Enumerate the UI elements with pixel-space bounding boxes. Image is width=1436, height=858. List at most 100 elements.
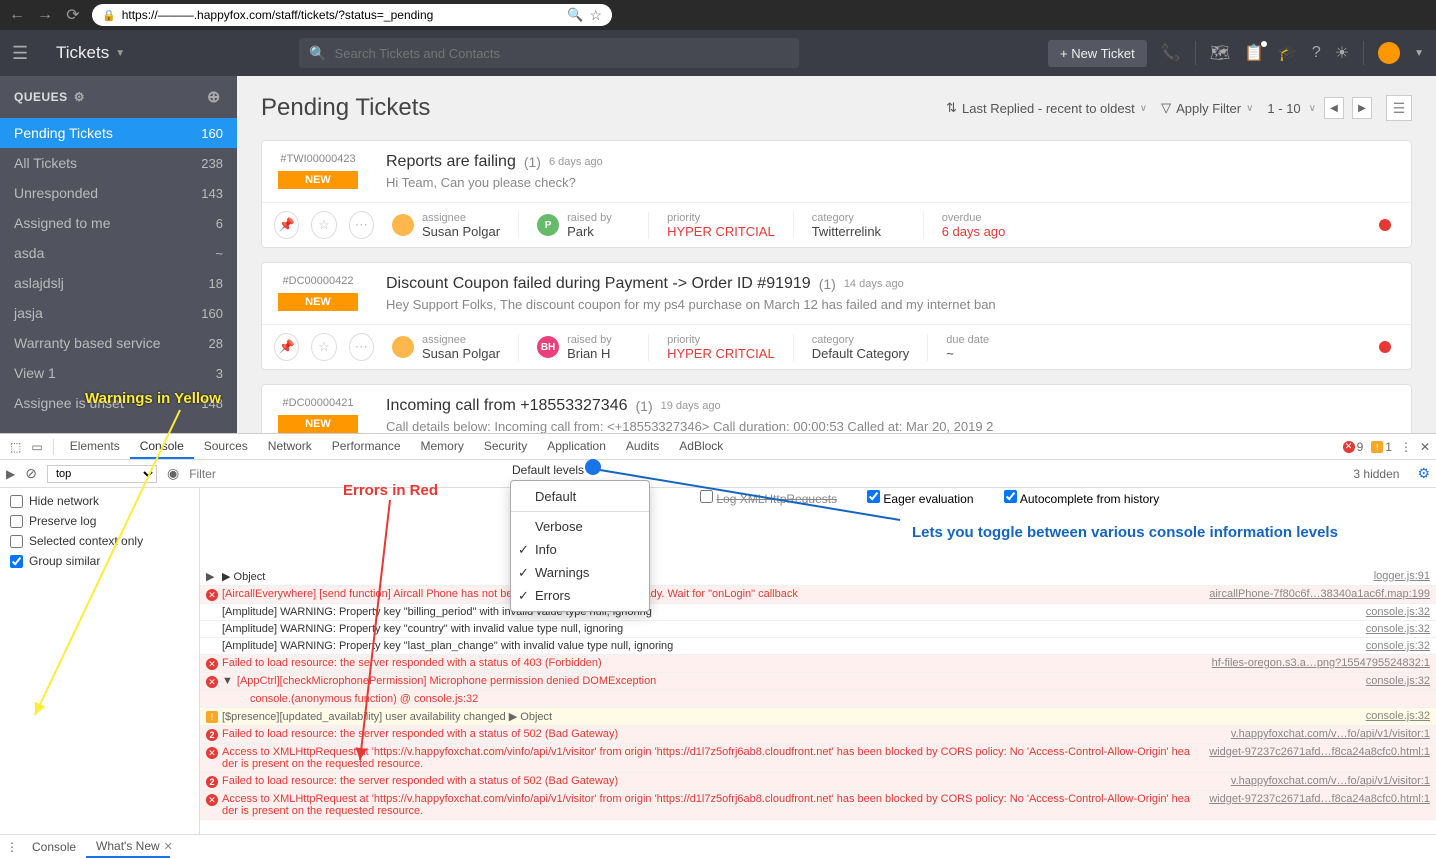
search-input[interactable] [335, 46, 790, 61]
context-select[interactable]: top [47, 465, 157, 483]
assignee-value[interactable]: Susan Polgar [422, 224, 500, 239]
drawer-tab[interactable]: Console [22, 837, 86, 857]
devtools-tab-performance[interactable]: Performance [322, 435, 411, 459]
back-button[interactable]: ← [8, 6, 26, 24]
checkbox[interactable] [10, 515, 23, 528]
star-icon[interactable]: ☆ [311, 333, 336, 361]
chevron-down-icon[interactable]: ∨ [1309, 103, 1316, 114]
sidebar-queue-item[interactable]: Pending Tickets160 [0, 118, 237, 148]
console-log-line[interactable]: ✕Access to XMLHttpRequest at 'https://v.… [200, 791, 1436, 820]
filter-control[interactable]: ▽ Apply Filter ∨ [1161, 100, 1253, 116]
console-option[interactable]: Selected context only [10, 534, 189, 548]
console-log-line[interactable]: [Amplitude] WARNING: Property key "billi… [200, 604, 1436, 621]
search-in-url-icon[interactable]: 🔍 [567, 7, 583, 23]
console-option[interactable]: Group similar [10, 554, 189, 568]
checkbox[interactable] [10, 495, 23, 508]
close-icon[interactable]: ✕ [164, 840, 173, 853]
devtools-menu-icon[interactable]: ⋮ [1400, 440, 1412, 454]
pager-prev[interactable]: ◀ [1324, 97, 1344, 119]
sort-control[interactable]: ⇅ Last Replied - recent to oldest ∨ [946, 100, 1147, 116]
expand-icon[interactable]: ▶ [206, 570, 218, 583]
console-log-line[interactable]: [Amplitude] WARNING: Property key "last_… [200, 638, 1436, 655]
error-indicator[interactable]: ✕9 [1343, 440, 1364, 454]
chevron-down-icon[interactable]: ▼ [1414, 48, 1424, 59]
devtools-tab-security[interactable]: Security [474, 435, 537, 459]
category-value[interactable]: Twitterrelink [812, 224, 905, 239]
console-log-line[interactable]: ✕[AircallEverywhere] [send function] Air… [200, 586, 1436, 604]
view-toggle[interactable]: ☰ [1386, 95, 1412, 121]
console-log-line[interactable]: console.(anonymous function) @ console.j… [200, 691, 1436, 708]
levels-menu-item[interactable]: Info [511, 538, 649, 561]
gear-icon[interactable]: ⚙ [74, 90, 85, 104]
url-input[interactable] [122, 8, 562, 22]
graduation-icon[interactable]: 🎓 [1278, 43, 1298, 63]
sidebar-queue-item[interactable]: Warranty based service28 [0, 328, 237, 358]
console-output[interactable]: Log XMLHttpRequests Eager evaluation Aut… [200, 488, 1436, 834]
sidebar-queue-item[interactable]: asda~ [0, 238, 237, 268]
live-expression-icon[interactable]: ◉ [167, 465, 179, 482]
user-avatar[interactable] [1378, 42, 1400, 64]
checkbox[interactable] [700, 490, 713, 503]
console-log-line[interactable]: ✕Failed to load resource: the server res… [200, 655, 1436, 673]
devtools-tab-audits[interactable]: Audits [616, 435, 669, 459]
ticket-subject[interactable]: Discount Coupon failed during Payment ->… [386, 275, 811, 293]
console-filter-input[interactable] [189, 467, 469, 481]
clear-console-icon[interactable]: ⊘ [25, 465, 37, 482]
assignee-value[interactable]: Susan Polgar [422, 346, 500, 361]
console-log-line[interactable]: ▶▶ Objectlogger.js:91 [200, 568, 1436, 586]
levels-menu-item[interactable]: Errors [511, 584, 649, 607]
log-source-link[interactable]: aircallPhone-7f80c6f…38340a1ac6f.map:199 [1199, 588, 1430, 600]
raised-by-value[interactable]: Brian H [567, 346, 612, 361]
module-selector[interactable]: Tickets ▼ [56, 43, 125, 63]
console-option[interactable]: Eager evaluation [867, 490, 973, 506]
global-search[interactable]: 🔍 [299, 38, 799, 68]
add-queue-icon[interactable]: ⊕ [205, 88, 223, 106]
drawer-tab[interactable]: What's New [86, 836, 170, 858]
inspect-icon[interactable]: ⬚ [6, 440, 25, 454]
more-icon[interactable]: ⋯ [349, 211, 374, 239]
checkbox[interactable] [1004, 490, 1017, 503]
category-value[interactable]: Default Category [812, 346, 910, 361]
levels-menu-item[interactable]: Default [511, 485, 649, 508]
sidebar-toggle-icon[interactable]: ▶ [6, 467, 15, 481]
console-log-line[interactable]: 2Failed to load resource: the server res… [200, 726, 1436, 744]
devtools-tab-application[interactable]: Application [537, 435, 616, 459]
pin-icon[interactable]: 📌 [274, 211, 299, 239]
copy-icon[interactable]: 📋 [1244, 43, 1264, 63]
console-option[interactable]: Autocomplete from history [1004, 490, 1160, 506]
devtools-tab-console[interactable]: Console [130, 435, 194, 459]
levels-menu-item[interactable]: Warnings [511, 561, 649, 584]
help-icon[interactable]: ? [1312, 44, 1321, 62]
reload-button[interactable]: ⟳ [64, 6, 82, 24]
forward-button[interactable]: → [36, 6, 54, 24]
log-levels-selector[interactable]: Default levels ▼ [512, 461, 596, 479]
sidebar-queue-item[interactable]: Assignee is unset148 [0, 388, 237, 418]
sidebar-queue-item[interactable]: Unresponded143 [0, 178, 237, 208]
bookmark-star-icon[interactable]: ☆ [589, 7, 602, 24]
sidebar-queue-item[interactable]: Assigned to me6 [0, 208, 237, 238]
log-source-link[interactable]: console.js:32 [1356, 710, 1430, 722]
settings-sun-icon[interactable]: ☀ [1335, 43, 1349, 63]
devtools-tab-elements[interactable]: Elements [60, 435, 130, 459]
console-log-line[interactable]: [Amplitude] WARNING: Property key "count… [200, 621, 1436, 638]
log-source-link[interactable]: console.js:32 [1356, 606, 1430, 618]
collapse-icon[interactable]: ▼ [222, 675, 233, 687]
log-source-link[interactable]: v.happyfoxchat.com/v…fo/api/v1/visitor:1 [1221, 775, 1430, 787]
pager-next[interactable]: ▶ [1352, 97, 1372, 119]
priority-value[interactable]: HYPER CRITCIAL [667, 224, 775, 239]
console-option[interactable]: Hide network [10, 494, 189, 508]
log-source-link[interactable]: console.js:32 [1356, 640, 1430, 652]
phone-icon[interactable]: 📞 [1161, 43, 1181, 63]
priority-value[interactable]: HYPER CRITCIAL [667, 346, 775, 361]
url-bar[interactable]: 🔒 🔍 ☆ [92, 4, 612, 26]
pin-icon[interactable]: 📌 [274, 333, 299, 361]
console-option[interactable]: Preserve log [10, 514, 189, 528]
checkbox[interactable] [867, 490, 880, 503]
log-levels-dropdown[interactable]: DefaultVerboseInfoWarningsErrors [510, 480, 650, 612]
drawer-menu-icon[interactable]: ⋮ [6, 840, 18, 854]
device-icon[interactable]: ▭ [27, 440, 46, 454]
console-log-line[interactable]: ✕▼[AppCtrl][checkMicrophonePermission] M… [200, 673, 1436, 691]
log-source-link[interactable]: hf-files-oregon.s3.a…png?1554795524832:1 [1202, 657, 1430, 669]
log-source-link[interactable]: widget-97237c2671afd…f8ca24a8cfc0.html:1 [1199, 793, 1430, 805]
map-icon[interactable]: 🗺 [1210, 43, 1230, 63]
